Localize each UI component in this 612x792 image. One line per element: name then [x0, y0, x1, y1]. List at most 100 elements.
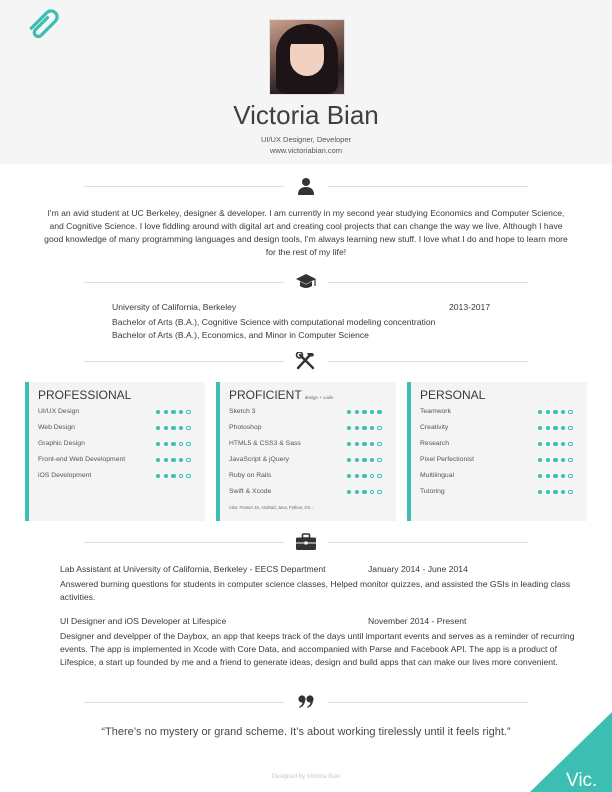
- divider: [328, 542, 528, 543]
- rating-dot: [354, 457, 359, 462]
- rating-dot: [362, 441, 367, 446]
- skill-rating: [538, 473, 583, 480]
- rating-dot: [553, 441, 558, 446]
- rating-dot: [347, 457, 352, 462]
- footer-credit: Designed by Victoria Bian: [271, 774, 341, 780]
- profile-website[interactable]: www.victoriabian.com: [0, 146, 612, 155]
- skill-label: Photoshop: [229, 424, 262, 431]
- skill-rating: [538, 409, 583, 416]
- skill-rating: [538, 425, 583, 432]
- rating-dot: [377, 425, 382, 430]
- rating-dot: [568, 425, 573, 430]
- education-degree: Bachelor of Arts (B.A.), Economics, and …: [112, 330, 369, 340]
- rating-dot: [545, 425, 550, 430]
- divider: [328, 361, 528, 362]
- rating-dot: [568, 489, 573, 494]
- divider: [84, 702, 284, 703]
- divider: [84, 361, 284, 362]
- rating-dot: [560, 489, 566, 494]
- rating-dot: [178, 425, 184, 430]
- skill-rating: [347, 425, 392, 432]
- profile-role: UI/UX Designer, Developer: [260, 135, 352, 144]
- skill-label: JavaScript & jQuery: [229, 456, 290, 463]
- education-degree: Bachelor of Arts (B.A.), Cognitive Scien…: [112, 317, 436, 327]
- quote-text: “There’s no mystery or grand scheme. It’…: [101, 726, 511, 738]
- rating-dot: [553, 409, 558, 414]
- rating-dot: [545, 409, 550, 414]
- skill-rating: [156, 425, 201, 432]
- rating-dot: [171, 473, 176, 478]
- education-school: University of California, Berkeley: [112, 302, 237, 312]
- rating-dot: [347, 489, 352, 494]
- also-skills: Also: Framer JS, Android, Java, Python, …: [229, 505, 315, 510]
- rating-dot: [369, 457, 375, 462]
- rating-dot: [377, 473, 382, 478]
- rating-dot: [538, 441, 543, 446]
- avatar: [269, 19, 345, 95]
- rating-dot: [568, 457, 573, 462]
- skill-label: Tutoring: [420, 488, 445, 495]
- rating-dot: [178, 457, 184, 462]
- rating-dot: [186, 457, 191, 462]
- skill-label: Creativity: [420, 424, 449, 431]
- rating-dot: [362, 473, 367, 478]
- skill-label: Web Design: [38, 424, 75, 431]
- skill-rating: [347, 409, 392, 416]
- skill-rating: [347, 441, 392, 448]
- rating-dot: [538, 473, 543, 478]
- rating-dot: [171, 425, 176, 430]
- rating-dot: [347, 441, 352, 446]
- rating-dot: [156, 425, 161, 430]
- rating-dot: [362, 409, 367, 414]
- skill-label: UI/UX Design: [38, 408, 80, 415]
- corner-logo: Vic.: [566, 770, 598, 791]
- rating-dot: [568, 473, 573, 478]
- rating-dot: [156, 457, 161, 462]
- rating-dot: [553, 489, 558, 494]
- rating-dot: [538, 457, 543, 462]
- rating-dot: [354, 409, 359, 414]
- rating-dot: [163, 441, 168, 446]
- rating-dot: [545, 473, 550, 478]
- rating-dot: [354, 489, 359, 494]
- skill-label: Pixel Perfectionist: [420, 456, 475, 463]
- skill-rating: [538, 441, 583, 448]
- skill-label: Front-end Web Development: [38, 456, 126, 463]
- rating-dot: [156, 473, 161, 478]
- skill-label: Multilingual: [420, 472, 455, 479]
- rating-dot: [369, 473, 375, 478]
- skills-card-proficient: PROFICIENT design + code Sketch 3 Photosh…: [216, 382, 396, 521]
- skill-rating: [156, 457, 201, 464]
- rating-dot: [186, 473, 191, 478]
- divider: [84, 186, 284, 187]
- rating-dot: [163, 473, 168, 478]
- rating-dot: [369, 409, 375, 414]
- rating-dot: [156, 441, 161, 446]
- skill-rating: [538, 457, 583, 464]
- rating-dot: [354, 441, 359, 446]
- rating-dot: [560, 409, 566, 414]
- skill-label: Sketch 3: [229, 408, 256, 415]
- rating-dot: [362, 425, 367, 430]
- job-title: UI Designer and iOS Developer at Lifespi…: [60, 616, 227, 626]
- job-dates: November 2014 - Present: [368, 616, 467, 626]
- skill-rating: [156, 473, 201, 480]
- rating-dot: [538, 425, 543, 430]
- rating-dot: [178, 409, 184, 414]
- rating-dot: [347, 409, 352, 414]
- rating-dot: [163, 457, 168, 462]
- rating-dot: [156, 409, 161, 414]
- rating-dot: [171, 441, 176, 446]
- about-text: I'm an avid student at UC Berkeley, desi…: [44, 208, 568, 257]
- skill-rating: [538, 489, 583, 496]
- divider: [328, 186, 528, 187]
- skill-rating: [156, 441, 201, 448]
- rating-dot: [354, 473, 359, 478]
- rating-dot: [178, 473, 184, 478]
- skill-rating: [347, 457, 392, 464]
- rating-dot: [377, 489, 382, 494]
- divider: [84, 282, 284, 283]
- job-description: Designer and develpper of the Daybox, an…: [60, 631, 575, 667]
- rating-dot: [377, 409, 382, 414]
- skill-label: Graphic Design: [38, 440, 85, 447]
